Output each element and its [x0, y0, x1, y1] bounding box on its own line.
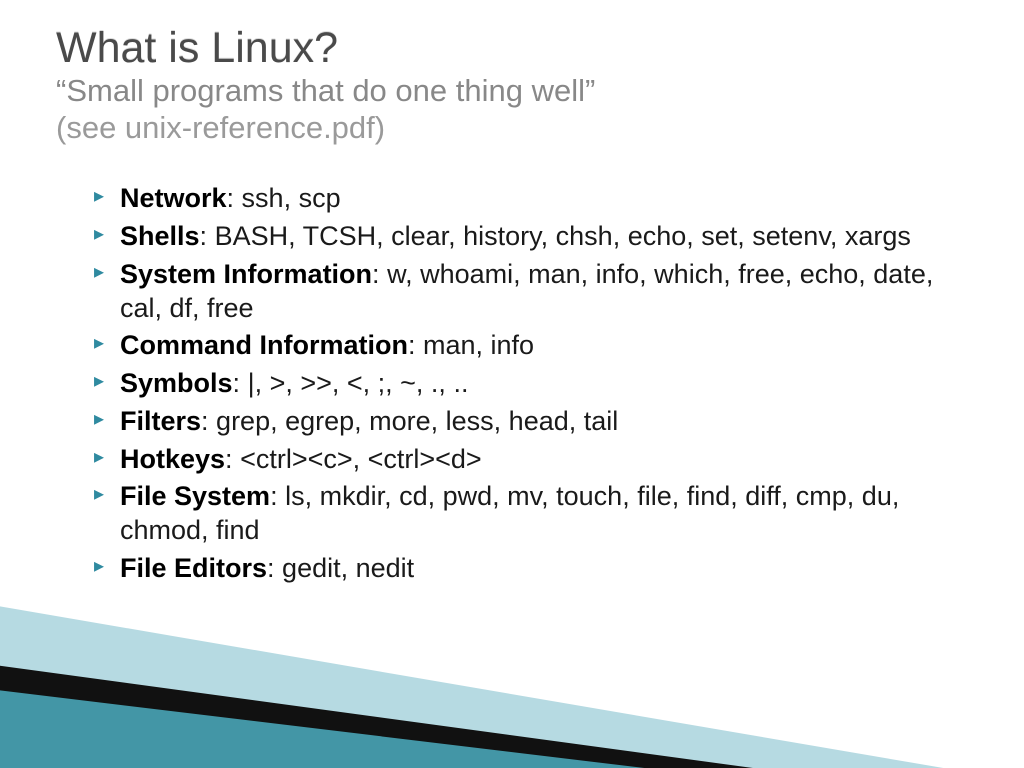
list-item: Network: ssh, scp	[94, 182, 968, 216]
list-item: Filters: grep, egrep, more, less, head, …	[94, 405, 968, 439]
bullet-list: Network: ssh, scp Shells: BASH, TCSH, cl…	[94, 182, 968, 585]
category-label: File Editors	[120, 553, 267, 583]
list-item: Shells: BASH, TCSH, clear, history, chsh…	[94, 220, 968, 254]
category-items: BASH, TCSH, clear, history, chsh, echo, …	[215, 221, 911, 251]
category-label: Hotkeys	[120, 444, 225, 474]
list-item: File Editors: gedit, nedit	[94, 552, 968, 586]
category-label: Shells	[120, 221, 200, 251]
category-items: grep, egrep, more, less, head, tail	[216, 406, 618, 436]
category-label: Symbols	[120, 368, 233, 398]
category-label: System Information	[120, 259, 372, 289]
list-item: File System: ls, mkdir, cd, pwd, mv, tou…	[94, 480, 968, 548]
slide-subtitle: “Small programs that do one thing well”	[56, 73, 968, 110]
slide-content: What is Linux? “Small programs that do o…	[0, 0, 1024, 586]
list-item: System Information: w, whoami, man, info…	[94, 258, 968, 326]
slide-note: (see unix-reference.pdf)	[56, 110, 968, 147]
category-label: Network	[120, 183, 227, 213]
category-label: File System	[120, 481, 270, 511]
category-label: Filters	[120, 406, 201, 436]
list-item: Hotkeys: <ctrl><c>, <ctrl><d>	[94, 443, 968, 477]
decoration-triangle-teal-front	[0, 688, 810, 768]
category-items: man, info	[423, 330, 534, 360]
category-items: ssh, scp	[242, 183, 341, 213]
category-label: Command Information	[120, 330, 408, 360]
list-item: Command Information: man, info	[94, 329, 968, 363]
slide-title: What is Linux?	[56, 26, 968, 71]
category-items: gedit, nedit	[282, 553, 414, 583]
category-items: <ctrl><c>, <ctrl><d>	[240, 444, 482, 474]
slide: What is Linux? “Small programs that do o…	[0, 0, 1024, 768]
category-items: |, >, >>, <, ;, ~, ., ..	[248, 368, 469, 398]
list-item: Symbols: |, >, >>, <, ;, ~, ., ..	[94, 367, 968, 401]
